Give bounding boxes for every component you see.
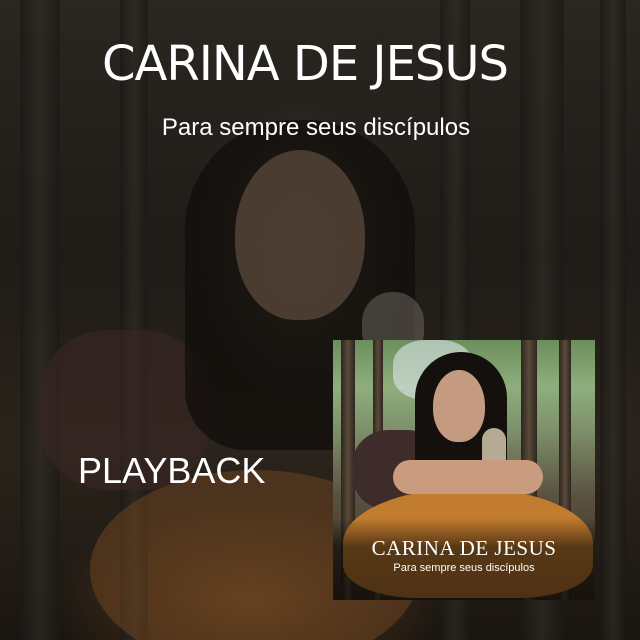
art-title: CARINA DE JESUS — [371, 536, 557, 560]
background-tree — [20, 0, 60, 640]
background-tree — [600, 0, 626, 640]
artist-title: CARINA DE JESUS — [102, 36, 509, 92]
background-face — [235, 150, 365, 320]
playback-label: PLAYBACK — [78, 450, 266, 491]
album-subtitle: Para sempre seus discípulos — [161, 114, 471, 141]
art-face — [433, 370, 485, 442]
art-arms — [393, 460, 543, 494]
album-cover: CARINA DE JESUS Para sempre seus discípu… — [0, 0, 640, 640]
album-art-thumbnail: CARINA DE JESUS Para sempre seus discípu… — [333, 340, 595, 600]
art-subtitle: Para sempre seus discípulos — [393, 562, 535, 574]
